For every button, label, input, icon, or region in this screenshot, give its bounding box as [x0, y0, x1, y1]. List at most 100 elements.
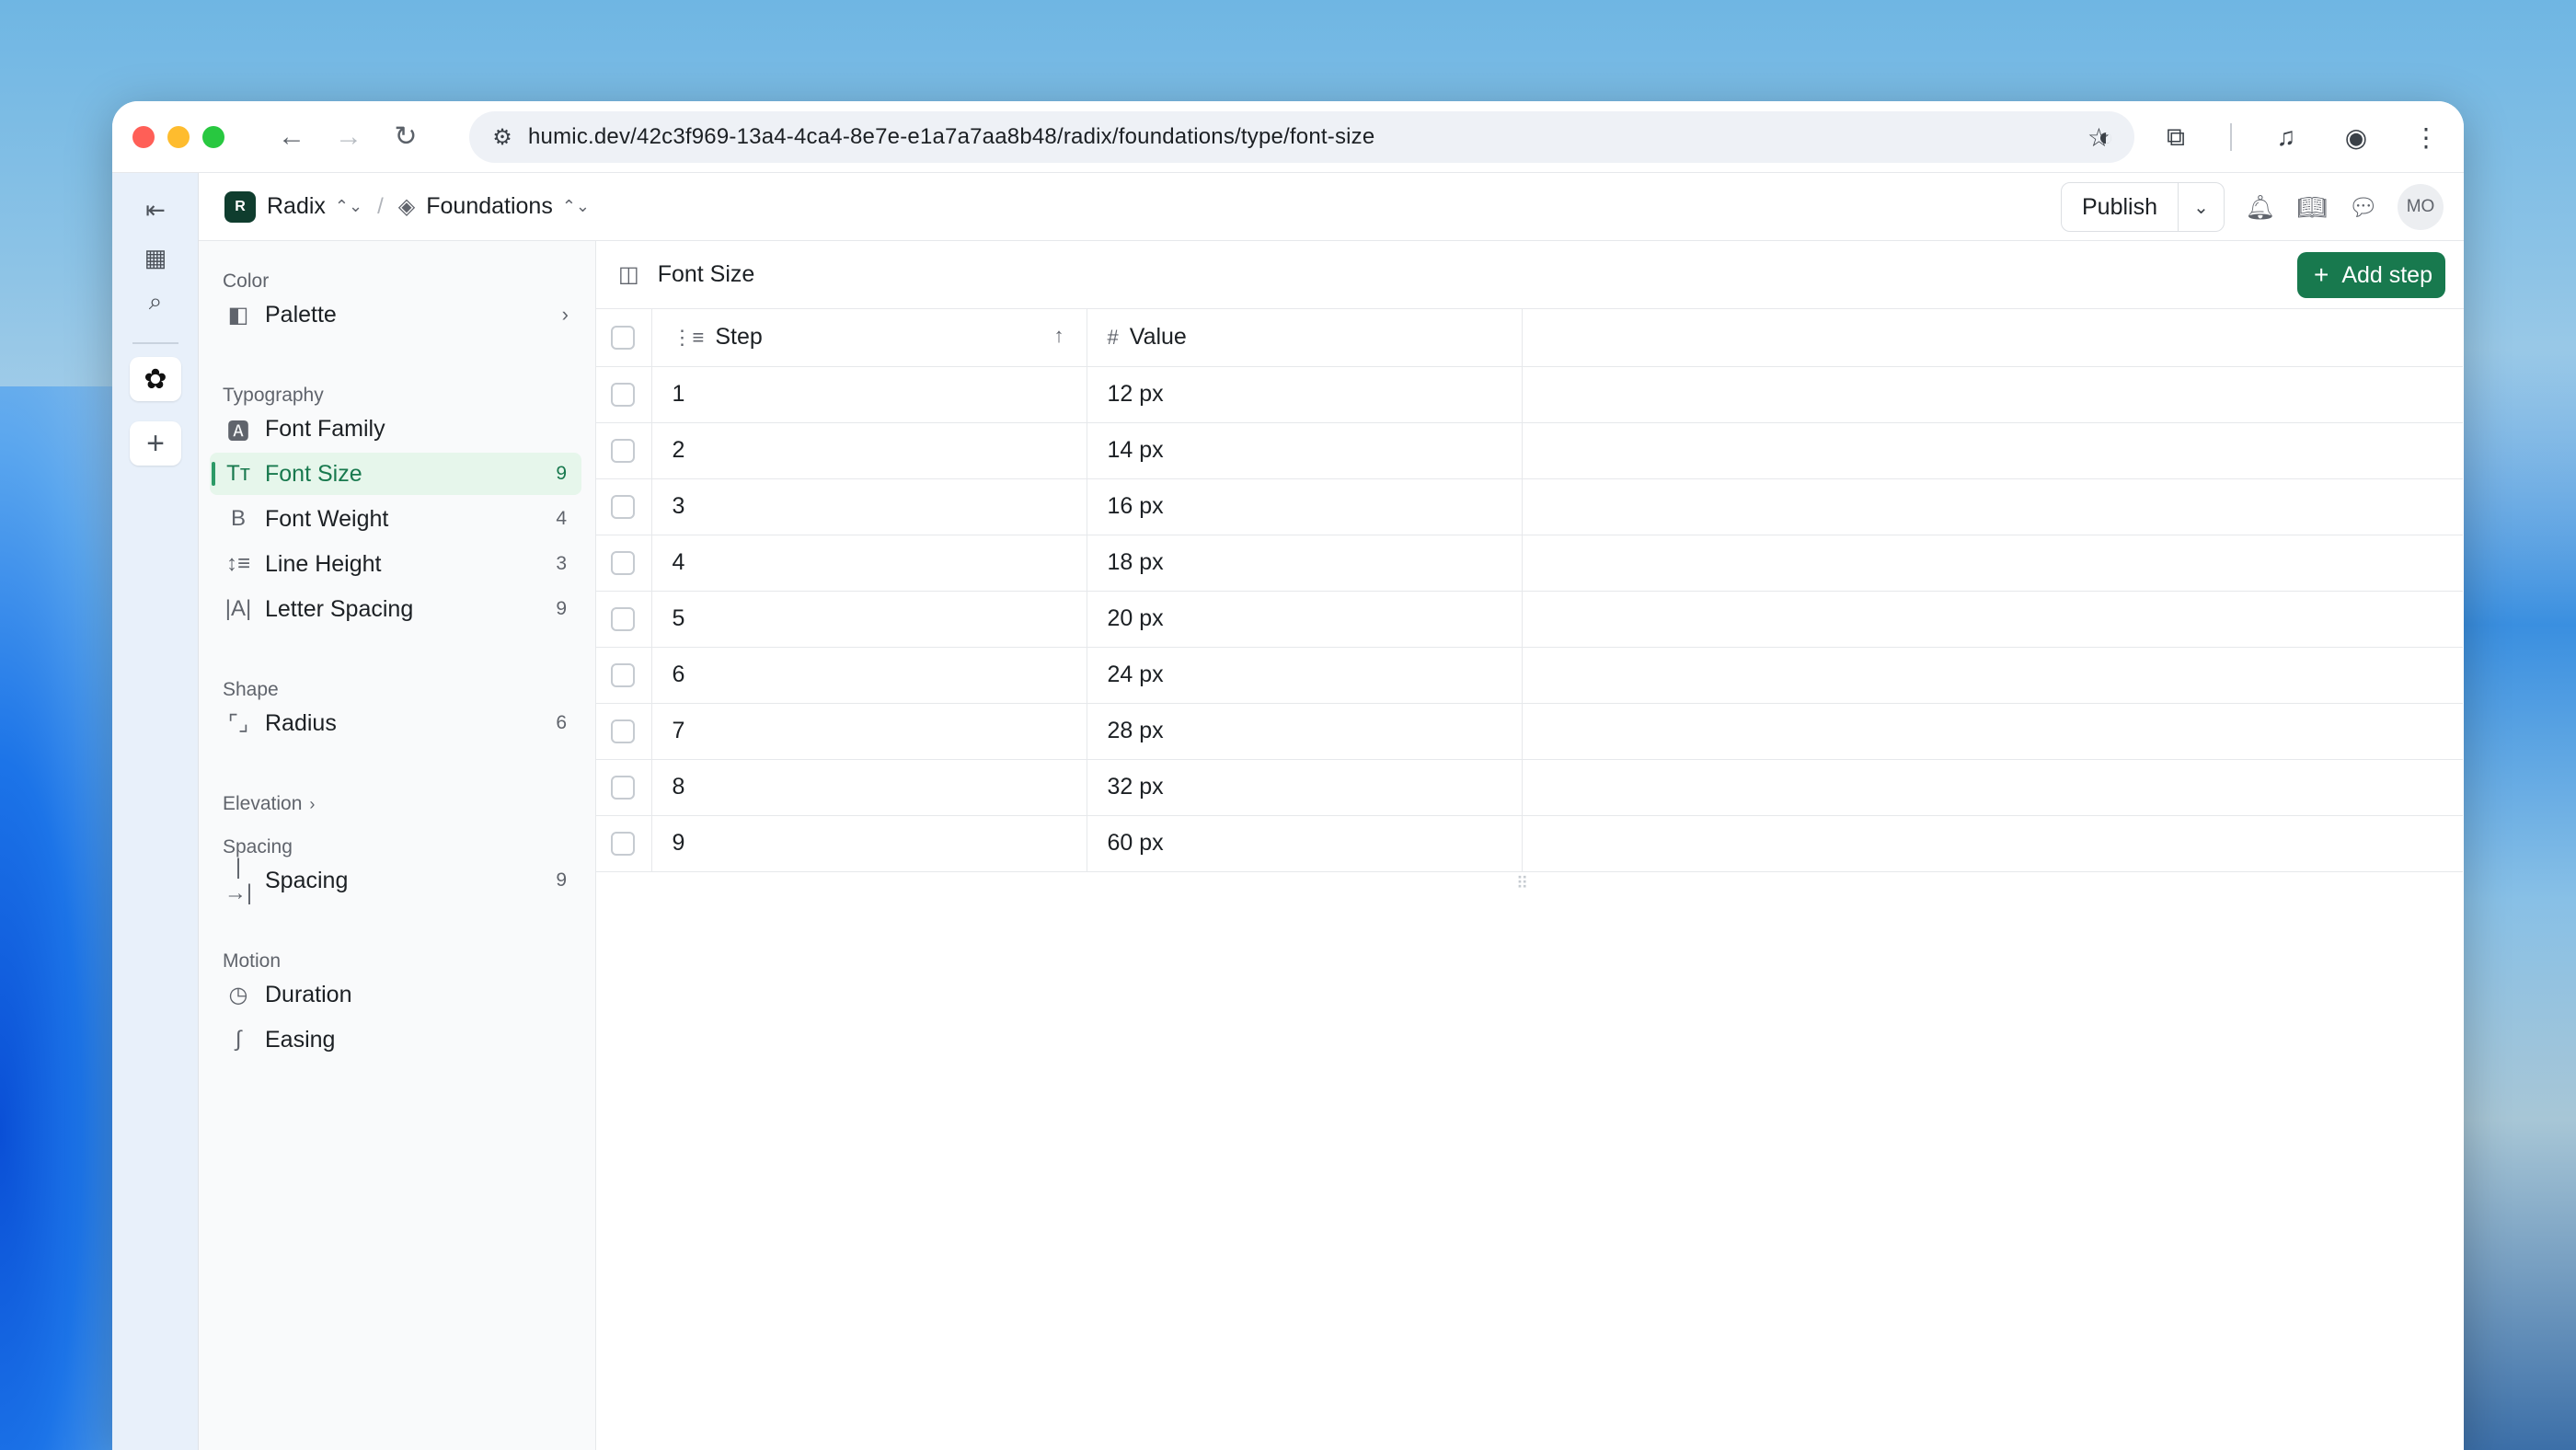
step-cell[interactable]: 4	[651, 535, 1087, 592]
address-bar[interactable]: ⚙ humic.dev/42c3f969-13a4-4ca4-8e7e-e1a7…	[469, 111, 2134, 163]
resize-handle-icon[interactable]: ⠿	[1516, 874, 1529, 893]
step-cell[interactable]: 6	[651, 647, 1087, 704]
search-list-icon[interactable]: ⌕	[130, 280, 181, 324]
sidebar-item-font-size[interactable]: Tт Font Size 9	[210, 453, 581, 495]
value-cell[interactable]: 28 px	[1087, 703, 1523, 760]
step-value: 8	[672, 774, 685, 800]
step-cell[interactable]: 7	[651, 703, 1087, 760]
row-checkbox[interactable]	[611, 831, 635, 856]
value-cell[interactable]: 20 px	[1087, 591, 1523, 648]
workspace-switcher[interactable]: Radix	[267, 193, 326, 220]
collapse-sidebar-icon[interactable]: ⇤	[130, 188, 181, 232]
sidebar-item-label: Letter Spacing	[265, 595, 414, 622]
table-header-bar: ◫ Font Size + Add step	[596, 241, 2464, 309]
table-row[interactable]: 7 28 px	[596, 703, 2463, 760]
workspace-logo-icon[interactable]: ✿	[130, 357, 181, 401]
item-count: 9	[556, 869, 567, 891]
column-header-step[interactable]: ⋮≡ Step ↑	[651, 309, 1087, 367]
value-cell[interactable]: 24 px	[1087, 647, 1523, 704]
sidebar-item-palette[interactable]: ◧ Palette ›	[210, 293, 581, 336]
row-checkbox[interactable]	[611, 662, 635, 687]
sidebar-item-font-family[interactable]: 🅰︎ Font Family	[210, 408, 581, 450]
chevron-down-icon[interactable]: ⌄	[2178, 183, 2224, 231]
sidebar-item-letter-spacing[interactable]: |A| Letter Spacing 9	[210, 588, 581, 630]
row-checkbox[interactable]	[611, 719, 635, 743]
chevron-updown-icon[interactable]: ⌃⌄	[562, 197, 590, 216]
table-row[interactable]: 1 12 px	[596, 366, 2463, 423]
row-checkbox[interactable]	[611, 438, 635, 463]
step-cell[interactable]: 9	[651, 815, 1087, 872]
layers-icon: ◈	[397, 194, 416, 219]
site-settings-icon[interactable]: ⚙	[477, 124, 528, 151]
close-window-button[interactable]	[132, 125, 155, 148]
table-row[interactable]: 3 16 px	[596, 478, 2463, 535]
add-step-button[interactable]: + Add step	[2296, 252, 2445, 298]
avatar[interactable]: MO	[2398, 184, 2444, 230]
value-cell[interactable]: 60 px	[1087, 815, 1523, 872]
extensions-puzzle-icon[interactable]: ⧉	[2160, 122, 2191, 153]
browser-toolbar: ← → ↻ ⚙ humic.dev/42c3f969-13a4-4ca4-8e7…	[112, 101, 2464, 173]
table-row[interactable]: 9 60 px	[596, 815, 2463, 872]
publish-button[interactable]: Publish	[2062, 183, 2178, 231]
row-checkbox[interactable]	[611, 494, 635, 519]
plus-icon: +	[2313, 260, 2329, 289]
font-size-icon: Tт	[226, 461, 250, 486]
row-checkbox[interactable]	[611, 606, 635, 631]
comment-icon[interactable]: 💬︎	[2348, 193, 2379, 222]
table-row[interactable]: 4 18 px	[596, 535, 2463, 592]
step-cell[interactable]: 3	[651, 478, 1087, 535]
table-row[interactable]: 6 24 px	[596, 647, 2463, 704]
profile-icon[interactable]: ◉	[2340, 122, 2372, 153]
sidebar-item-label: Palette	[265, 301, 337, 328]
toggle-panel-icon[interactable]: ◫	[618, 261, 639, 288]
url-text[interactable]: humic.dev/42c3f969-13a4-4ca4-8e7e-e1a7a7…	[528, 124, 1374, 150]
chevron-right-icon: ›	[309, 795, 316, 813]
column-label: Step	[715, 324, 763, 351]
sidebar-item-radius[interactable]: ⌜⌟ Radius 6	[210, 702, 581, 744]
bold-icon: B	[230, 506, 246, 531]
table-row[interactable]: 8 32 px	[596, 759, 2463, 816]
browser-menu-icon[interactable]: ⋮	[2410, 122, 2442, 153]
step-cell[interactable]: 5	[651, 591, 1087, 648]
reload-icon[interactable]: ↻	[390, 121, 421, 153]
zoom-window-button[interactable]	[202, 125, 224, 148]
table-row[interactable]: 5 20 px	[596, 591, 2463, 648]
sidebar-item-line-height[interactable]: ↕≡ Line Height 3	[210, 543, 581, 585]
extension-icon[interactable]: ◐	[2090, 122, 2122, 152]
select-all-checkbox[interactable]	[611, 325, 635, 350]
row-checkbox[interactable]	[611, 775, 635, 800]
sort-ascending-icon[interactable]: ↑	[1054, 324, 1064, 348]
back-arrow-icon[interactable]: ←	[276, 121, 307, 153]
step-cell[interactable]: 2	[651, 422, 1087, 479]
sidebar-item-font-weight[interactable]: B Font Weight 4	[210, 498, 581, 540]
sidebar-item-duration[interactable]: ◷ Duration	[210, 973, 581, 1016]
grid-icon[interactable]: ▦	[130, 236, 181, 280]
chevron-updown-icon[interactable]: ⌃⌄	[335, 197, 362, 216]
add-workspace-icon[interactable]: +	[130, 421, 181, 466]
column-header-value[interactable]: # Value	[1087, 309, 1523, 367]
workspace-badge[interactable]: R	[224, 190, 256, 223]
section-switcher[interactable]: Foundations	[426, 193, 553, 220]
step-value: 9	[672, 830, 685, 856]
row-checkbox[interactable]	[611, 550, 635, 575]
clock-icon: ◷	[228, 982, 248, 1007]
value-cell[interactable]: 32 px	[1087, 759, 1523, 816]
step-cell[interactable]: 1	[651, 366, 1087, 423]
book-icon[interactable]: 📖︎	[2296, 193, 2328, 222]
size-value: 60 px	[1107, 830, 1164, 856]
sidebar-item-spacing[interactable]: |→| Spacing 9	[210, 855, 581, 905]
row-checkbox[interactable]	[611, 382, 635, 407]
topbar-actions: Publish ⌄ 🔔︎ 📖︎ 💬︎ MO	[2061, 173, 2444, 241]
sidebar-item-easing[interactable]: ∫ Easing	[210, 1018, 581, 1061]
value-cell[interactable]: 18 px	[1087, 535, 1523, 592]
media-control-icon[interactable]: ♫	[2271, 122, 2302, 152]
bell-icon[interactable]: 🔔︎	[2245, 193, 2276, 222]
value-cell[interactable]: 12 px	[1087, 366, 1523, 423]
section-label-elevation[interactable]: Elevation ›	[223, 793, 315, 815]
table-row[interactable]: 2 14 px	[596, 422, 2463, 479]
forward-arrow-icon[interactable]: →	[333, 121, 364, 153]
step-cell[interactable]: 8	[651, 759, 1087, 816]
minimize-window-button[interactable]	[167, 125, 190, 148]
value-cell[interactable]: 14 px	[1087, 422, 1523, 479]
value-cell[interactable]: 16 px	[1087, 478, 1523, 535]
